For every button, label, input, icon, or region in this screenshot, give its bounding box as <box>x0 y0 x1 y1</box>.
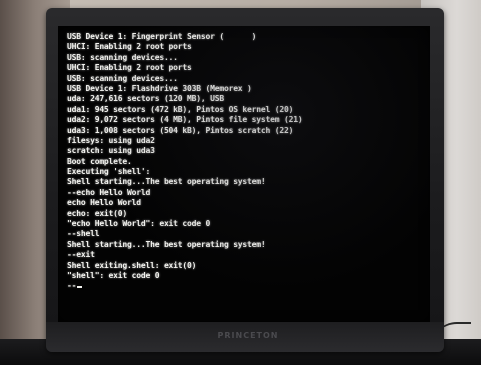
console-line: uda2: 9,072 sectors (4 MB), Pintos file … <box>67 115 303 125</box>
console-output: USB Device 1: Fingerprint Sensor ( ) UHC… <box>67 32 303 292</box>
console-prompt-line[interactable]: -- <box>67 281 302 291</box>
photo: PRINCETON USB Device 1: Fingerprint Sens… <box>0 0 481 365</box>
console-line: --shell <box>67 229 100 239</box>
console-line: --echo Hello World <box>67 187 151 197</box>
console-prompt: -- <box>67 281 77 291</box>
console-line: uda: 247,616 sectors (120 MB), USB <box>67 94 224 104</box>
console-line: Executing 'shell': <box>67 167 151 177</box>
console-line: USB Device 1: Flashdrive 303B (Memorex ) <box>67 83 252 93</box>
console-line: uda3: 1,008 sectors (504 kB), Pintos scr… <box>67 125 294 135</box>
console-line: echo Hello World <box>67 198 141 208</box>
console-line: USB Device 1: Fingerprint Sensor ( ) <box>67 32 257 41</box>
text-cursor <box>77 286 83 289</box>
console-line: Shell exiting.shell: exit(0) <box>67 260 197 270</box>
console-line: UHCI: Enabling 2 root ports <box>67 63 192 73</box>
console-line: Shell starting...The best operating syst… <box>67 239 266 249</box>
console-line: Boot complete. <box>67 156 132 166</box>
console-line: "shell": exit code 0 <box>67 270 160 280</box>
monitor-screen: USB Device 1: Fingerprint Sensor ( ) UHC… <box>58 26 430 322</box>
console-line: "echo Hello World": exit code 0 <box>67 219 211 229</box>
console-line: filesys: using uda2 <box>67 135 155 145</box>
console-line: Shell starting...The best operating syst… <box>67 177 266 187</box>
console-line: USB: scanning devices... <box>67 52 178 62</box>
console-line: --exit <box>67 250 95 260</box>
console-line: scratch: using uda3 <box>67 146 155 156</box>
console-line: uda1: 945 sectors (472 kB), Pintos OS ke… <box>67 104 294 114</box>
console-line: USB: scanning devices... <box>67 73 178 83</box>
monitor-brand-label: PRINCETON <box>217 331 279 340</box>
console-line: UHCI: Enabling 2 root ports <box>67 42 192 52</box>
console-line: echo: exit(0) <box>67 208 128 218</box>
